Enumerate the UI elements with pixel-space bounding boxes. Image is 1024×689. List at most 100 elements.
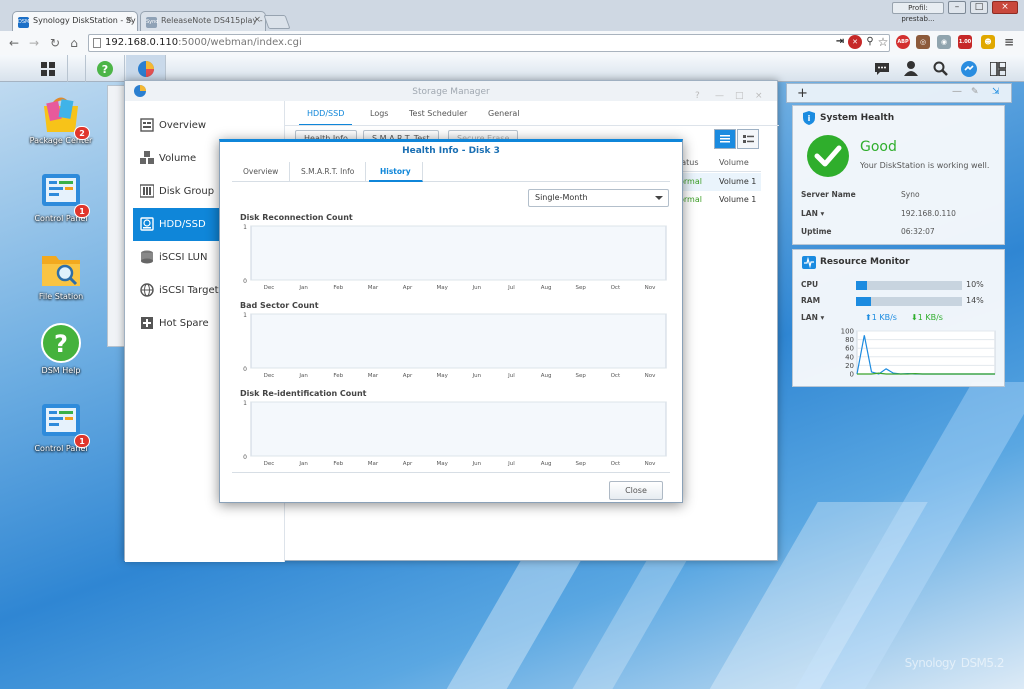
address-host: 192.168.0.110 bbox=[105, 37, 179, 48]
browser-tab-releasenote[interactable]: Syno ReleaseNote DS415play - × bbox=[140, 11, 266, 31]
minimize-icon[interactable]: – bbox=[948, 1, 966, 14]
iscsi-target-icon bbox=[140, 283, 154, 297]
sidebar-item-overview[interactable]: Overview bbox=[133, 109, 283, 142]
uptime-value: 06:32:07 bbox=[901, 227, 935, 236]
detail-view-icon bbox=[742, 135, 754, 143]
storage-manager-icon bbox=[137, 60, 154, 77]
ram-bar-fill bbox=[856, 297, 871, 306]
control-panel-badge: 1 bbox=[74, 204, 90, 218]
sidebar-item-label: HDD/SSD bbox=[159, 219, 206, 230]
upload-value: 1 KB/s bbox=[871, 313, 897, 322]
check-icon bbox=[807, 135, 849, 177]
extension-icon[interactable]: ☻ bbox=[981, 35, 995, 49]
x-tick-label: Dec bbox=[264, 285, 275, 291]
y-tick-label: 60 bbox=[845, 345, 854, 353]
home-icon[interactable]: ⌂ bbox=[66, 35, 82, 51]
block-icon[interactable]: ✕ bbox=[848, 35, 862, 49]
synology-watermark: Synology DSM5.2 bbox=[905, 652, 1005, 671]
health-info-dialog[interactable]: Health Info - Disk 3 Overview S.M.A.R.T.… bbox=[219, 139, 683, 503]
lan-selector[interactable]: LAN ▾ bbox=[801, 313, 824, 322]
help-icon[interactable]: ? bbox=[695, 85, 700, 107]
abp-icon[interactable]: ABP bbox=[896, 35, 910, 49]
tab-logs[interactable]: Logs bbox=[370, 103, 388, 125]
tab-test-scheduler[interactable]: Test Scheduler bbox=[409, 103, 467, 125]
cpu-label: CPU bbox=[801, 280, 819, 289]
download-value: 1 KB/s bbox=[917, 313, 943, 322]
plot-area bbox=[856, 330, 996, 375]
maximize-icon[interactable]: □ bbox=[735, 85, 744, 107]
main-menu-button[interactable] bbox=[28, 55, 68, 82]
add-widget-icon[interactable]: + bbox=[797, 86, 808, 101]
list-view-button[interactable] bbox=[714, 129, 736, 149]
ram-bar bbox=[856, 297, 962, 306]
minimize-icon[interactable]: — bbox=[952, 86, 962, 97]
x-tick-label: Sep bbox=[576, 285, 587, 291]
x-tick-label: Nov bbox=[645, 373, 656, 379]
tab-overview[interactable]: Overview bbox=[232, 162, 291, 182]
x-tick-label: Oct bbox=[611, 461, 621, 467]
tab-general[interactable]: General bbox=[488, 103, 520, 125]
disk-table-header: Status Volume bbox=[673, 154, 761, 172]
table-row[interactable]: Normal Volume 1 bbox=[673, 191, 761, 209]
bad-sector-chart: 0 1 Dec Jan Feb Mar Apr May Jun Jul Aug Sep Oct Nov bbox=[243, 312, 667, 379]
tab-close-icon[interactable]: × bbox=[125, 15, 133, 25]
y-tick-label: 0 bbox=[243, 278, 247, 285]
new-tab-button[interactable] bbox=[263, 15, 291, 29]
widgets-icon[interactable] bbox=[960, 60, 978, 77]
browser-tab-diskstation[interactable]: DSM Synology DiskStation - Sy × bbox=[12, 11, 138, 31]
file-station-shortcut[interactable]: File Station bbox=[21, 248, 101, 302]
pilot-view-icon[interactable] bbox=[989, 60, 1007, 77]
profile-button[interactable]: Profil: prestab... bbox=[892, 2, 944, 23]
ram-label: RAM bbox=[801, 296, 821, 305]
x-tick-label: Jan bbox=[298, 373, 308, 379]
tab-history[interactable]: History bbox=[369, 162, 423, 182]
pin-icon[interactable]: ✎ bbox=[971, 87, 979, 97]
back-icon[interactable]: ← bbox=[6, 35, 22, 51]
extension-pin-icon[interactable]: ⇥ bbox=[833, 35, 847, 49]
tab-label: ReleaseNote DS415play - bbox=[161, 16, 263, 25]
close-window-icon[interactable]: × bbox=[992, 1, 1018, 14]
lan-label[interactable]: LAN ▾ bbox=[801, 209, 824, 218]
camera-icon[interactable]: ◉ bbox=[937, 35, 951, 49]
table-row[interactable]: Normal Volume 1 bbox=[673, 173, 761, 191]
address-bar[interactable]: 192.168.0.110:5000/webman/index.cgi bbox=[88, 34, 890, 52]
maximize-icon[interactable]: □ bbox=[970, 1, 988, 14]
cpu-percent: 10% bbox=[966, 280, 984, 289]
dsm-help-taskbar-button[interactable]: ? bbox=[85, 55, 125, 82]
package-center-shortcut[interactable]: 2 Package Center bbox=[21, 92, 101, 146]
y-tick-label: 20 bbox=[845, 362, 854, 370]
disk-volume: Volume 1 bbox=[719, 177, 757, 186]
dsm-help-shortcut[interactable]: ? DSM Help bbox=[21, 322, 101, 376]
period-select[interactable]: Single-Month bbox=[528, 189, 669, 207]
user-icon[interactable] bbox=[902, 60, 920, 77]
menu-icon[interactable]: ≡ bbox=[1002, 35, 1016, 49]
notifications-icon[interactable] bbox=[873, 60, 891, 77]
window-titlebar[interactable]: Storage Manager ? — □ × bbox=[125, 81, 777, 101]
chart-title-reidentification: Disk Re-identification Count bbox=[240, 389, 367, 398]
tab-close-icon[interactable]: × bbox=[253, 15, 261, 25]
storage-manager-taskbar-button[interactable] bbox=[126, 55, 166, 82]
widget-settings-icon[interactable]: ⇲ bbox=[992, 87, 1000, 97]
detail-view-button[interactable] bbox=[737, 129, 759, 149]
reload-icon[interactable]: ↻ bbox=[47, 35, 63, 51]
forward-icon[interactable]: → bbox=[26, 35, 42, 51]
close-button[interactable]: Close bbox=[609, 481, 663, 500]
x-tick-label: Mar bbox=[368, 285, 379, 291]
download-rate: ⬇1 KB/s bbox=[911, 313, 943, 322]
tab-smart-info[interactable]: S.M.A.R.T. Info bbox=[290, 162, 367, 182]
y-tick-label: 40 bbox=[845, 353, 854, 361]
control-panel-shortcut[interactable]: 1 Control Panel bbox=[21, 400, 101, 454]
minimize-icon[interactable]: — bbox=[715, 85, 724, 107]
key-icon[interactable]: ⚲ bbox=[863, 35, 877, 49]
search-icon[interactable] bbox=[931, 60, 949, 77]
tab-hdd-ssd[interactable]: HDD/SSD bbox=[298, 103, 353, 126]
close-icon[interactable]: × bbox=[755, 85, 763, 107]
bookmark-star-icon[interactable]: ☆ bbox=[876, 35, 890, 49]
dsm-favicon-icon: DSM bbox=[18, 17, 29, 28]
instagram-icon[interactable]: ◎ bbox=[916, 35, 930, 49]
plot-area bbox=[250, 313, 667, 369]
chevron-down-icon bbox=[655, 196, 663, 200]
control-panel-shortcut[interactable]: 1 Control Panel bbox=[21, 170, 101, 224]
extension-counter-icon[interactable]: 1.00 bbox=[958, 35, 972, 49]
column-volume: Volume bbox=[719, 158, 749, 167]
